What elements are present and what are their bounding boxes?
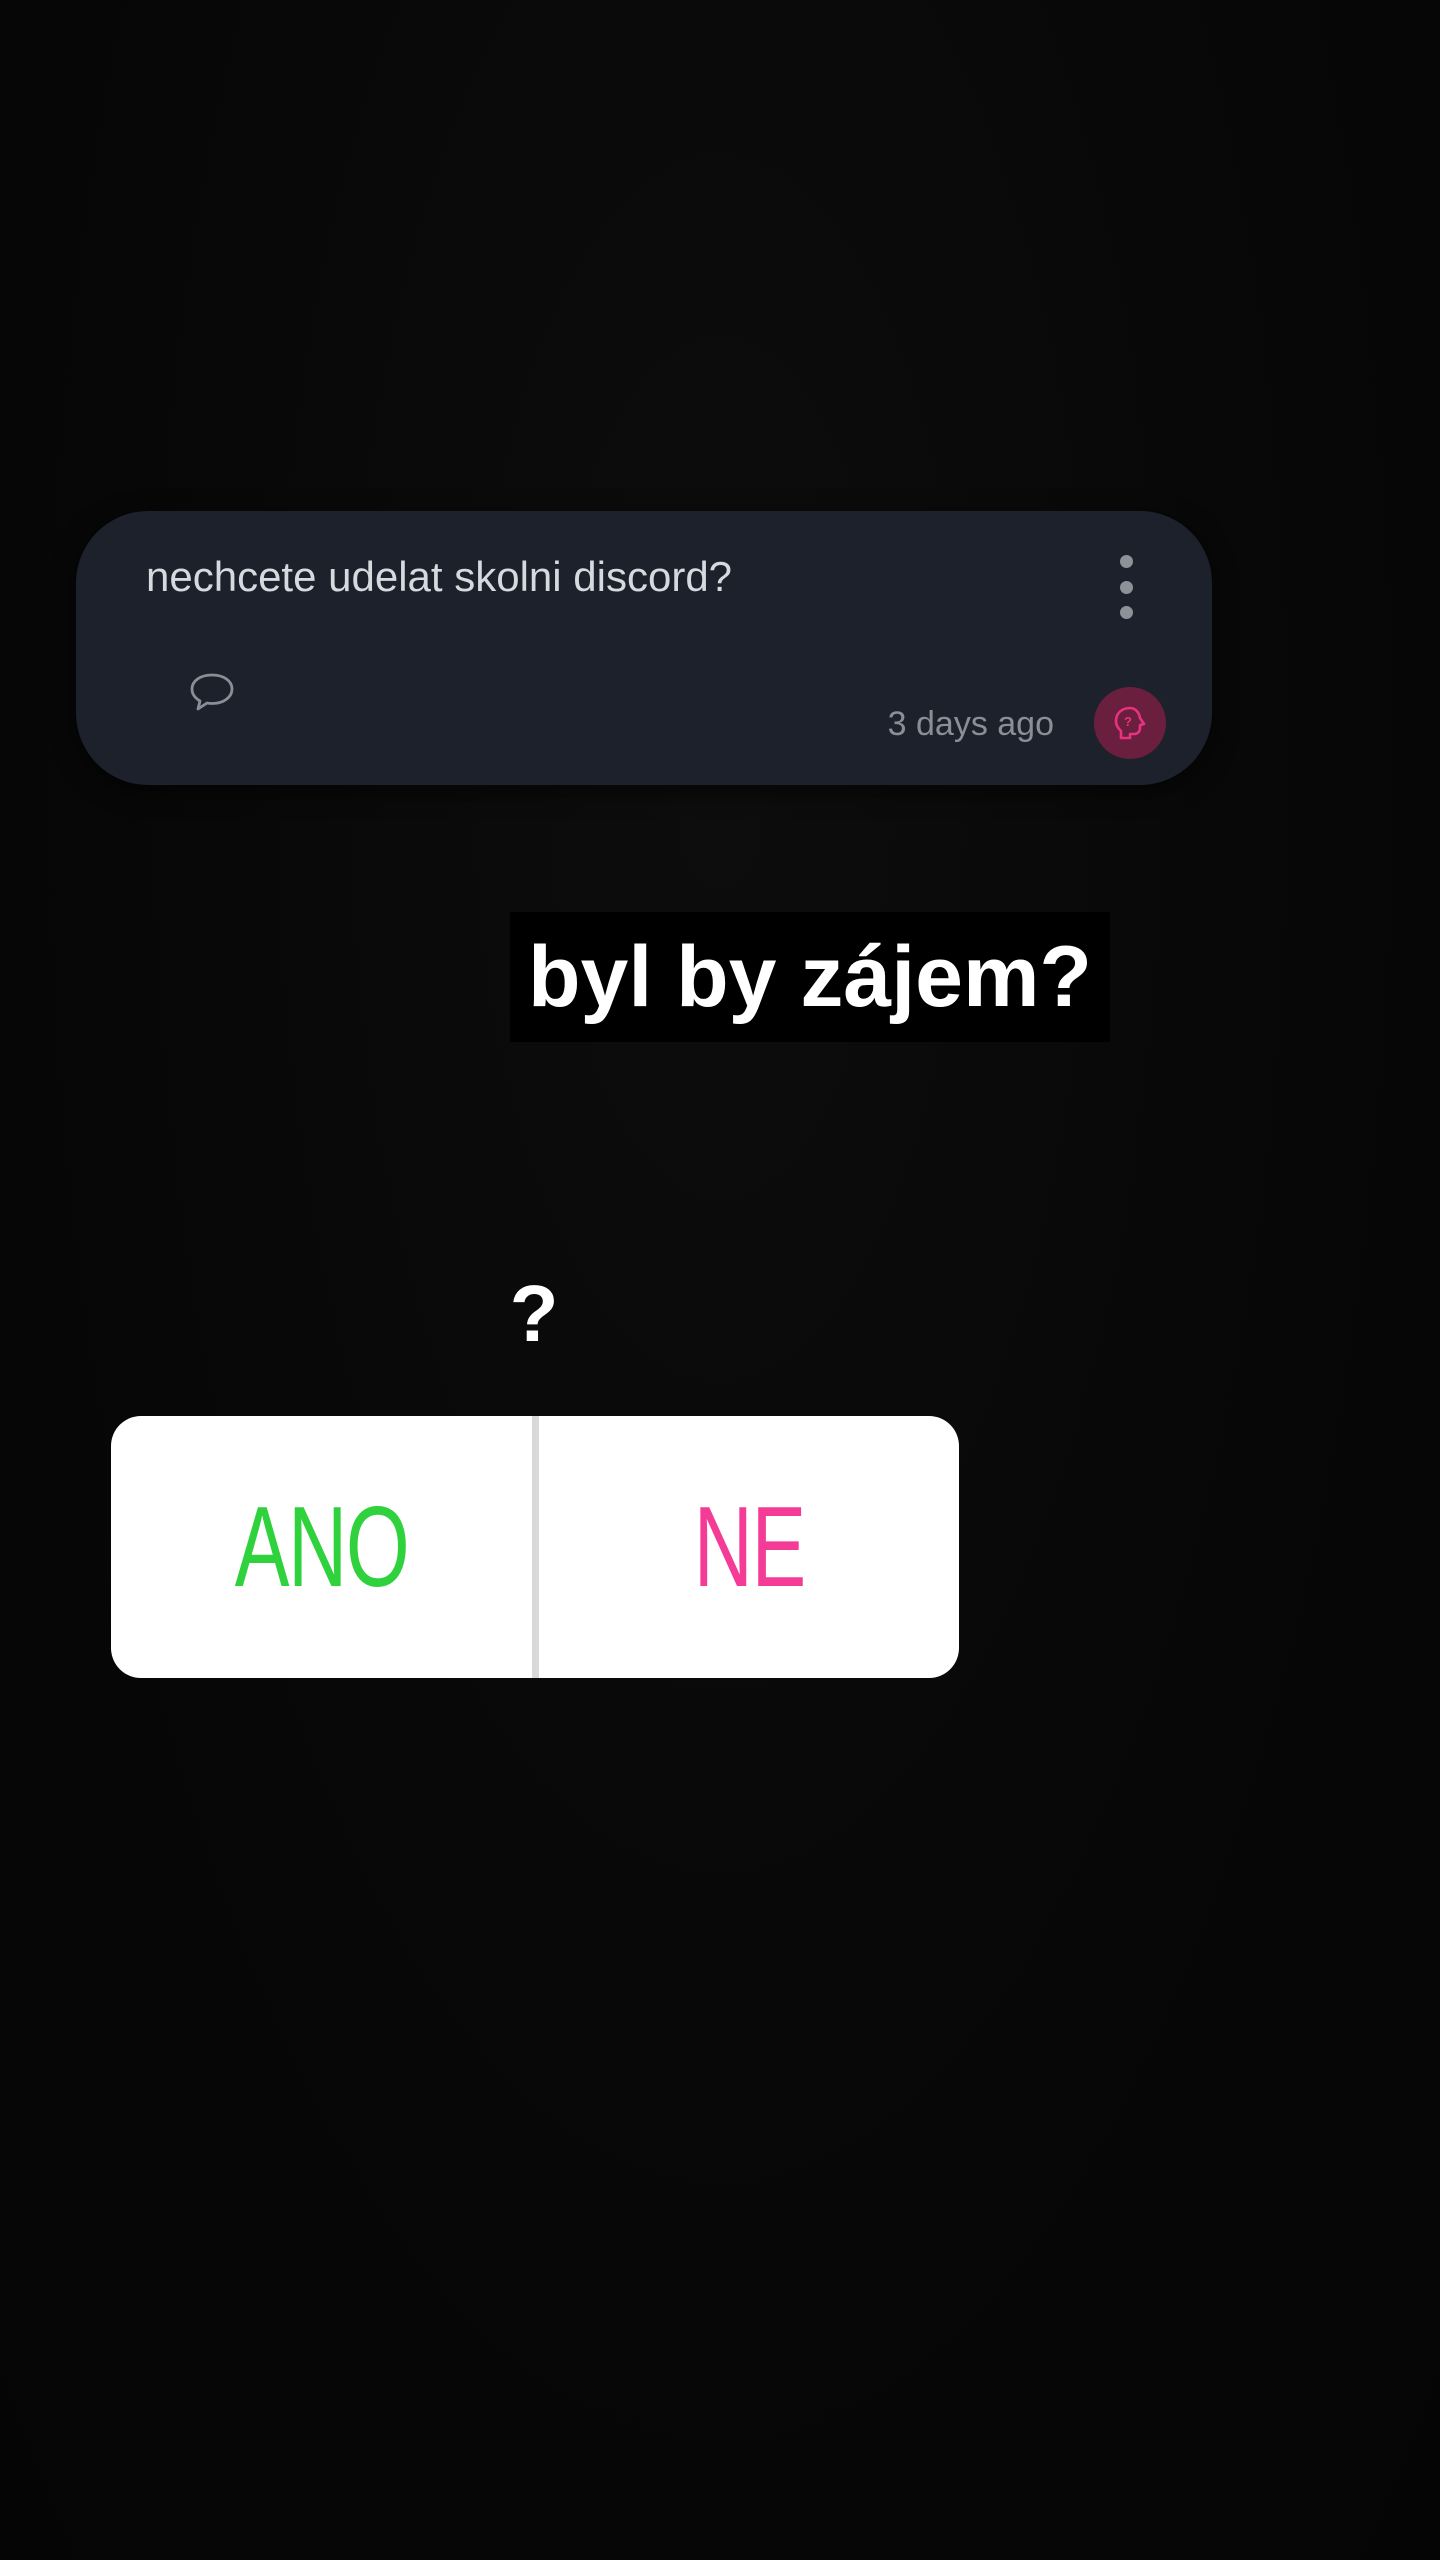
poll-option-no-label: NE (693, 1483, 806, 1611)
more-vertical-icon[interactable] (1106, 555, 1146, 619)
question-card[interactable]: nechcete udelat skolni discord? 3 days a… (76, 511, 1212, 785)
timestamp: 3 days ago (887, 705, 1054, 743)
speech-bubble-icon[interactable] (188, 671, 236, 715)
poll-question: ? (509, 1269, 559, 1358)
poll-option-yes[interactable]: ANO (111, 1416, 532, 1678)
headline-sticker: byl by zájem? (510, 912, 1110, 1042)
poll-sticker: ANO NE (111, 1416, 959, 1678)
question-head-icon: ? (1094, 687, 1166, 759)
poll-option-no[interactable]: NE (539, 1416, 960, 1678)
headline-text: byl by zájem? (528, 928, 1092, 1025)
poll-divider (531, 1416, 539, 1678)
question-text: nechcete udelat skolni discord? (146, 553, 733, 600)
story-background (0, 0, 1440, 2560)
poll-option-yes-label: ANO (234, 1483, 409, 1611)
svg-text:?: ? (1124, 714, 1132, 729)
